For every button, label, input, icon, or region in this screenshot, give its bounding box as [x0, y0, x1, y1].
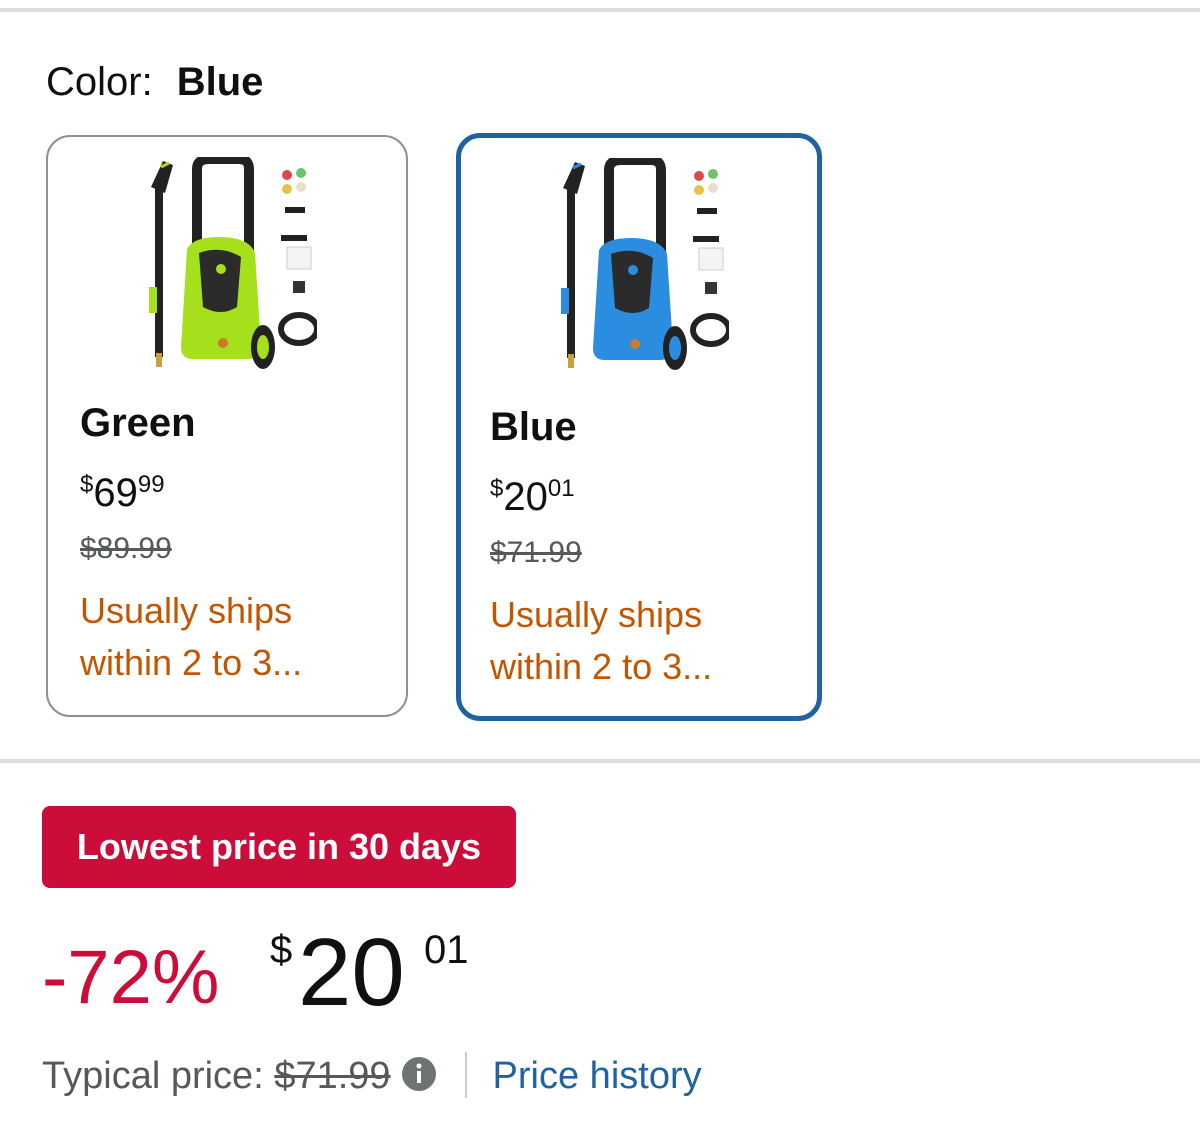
variant-list-price: $71.99	[490, 536, 582, 569]
variant-shipping-text: Usually ships within 2 to 3...	[490, 594, 713, 687]
price-symbol: $	[270, 928, 293, 972]
pressure-washer-blue-image	[561, 158, 729, 370]
price-symbol: $	[80, 471, 94, 498]
color-swatch-green[interactable]: Green $6999 $89.99 Usually ships within …	[46, 135, 408, 717]
price-cents: 01	[547, 475, 575, 502]
variant-list-price: $89.99	[80, 532, 172, 565]
section-divider	[0, 759, 1200, 763]
discount-percent: -72%	[42, 935, 220, 1020]
info-icon[interactable]	[401, 1056, 437, 1092]
typical-price-label: Typical price:	[42, 1055, 264, 1097]
top-divider	[0, 8, 1200, 12]
price-history-link[interactable]: Price history	[493, 1055, 702, 1097]
variant-price: $2001	[490, 466, 575, 520]
pressure-washer-green-image	[149, 157, 317, 369]
variant-name: Blue	[490, 405, 577, 449]
separator	[464, 1052, 467, 1098]
typical-price-row: Typical price: $71.99 Price history	[42, 1052, 702, 1100]
color-label: Color:	[46, 60, 153, 104]
typical-price-value: $71.99	[274, 1055, 391, 1097]
price-cents: 01	[424, 928, 469, 972]
price-whole: 20	[503, 475, 548, 519]
color-selector-heading: Color: Blue	[46, 58, 263, 106]
deal-badge: Lowest price in 30 days	[42, 806, 516, 888]
variant-shipping-text: Usually ships within 2 to 3...	[80, 590, 303, 683]
price-whole: 69	[93, 471, 138, 515]
selected-color-value: Blue	[176, 60, 264, 104]
price-cents: 99	[137, 471, 165, 498]
variant-name: Green	[80, 401, 196, 445]
price-symbol: $	[490, 475, 504, 502]
price-whole: 20	[298, 919, 405, 1026]
color-swatch-blue[interactable]: Blue $2001 $71.99 Usually ships within 2…	[456, 133, 822, 721]
variant-price: $6999	[80, 462, 165, 516]
